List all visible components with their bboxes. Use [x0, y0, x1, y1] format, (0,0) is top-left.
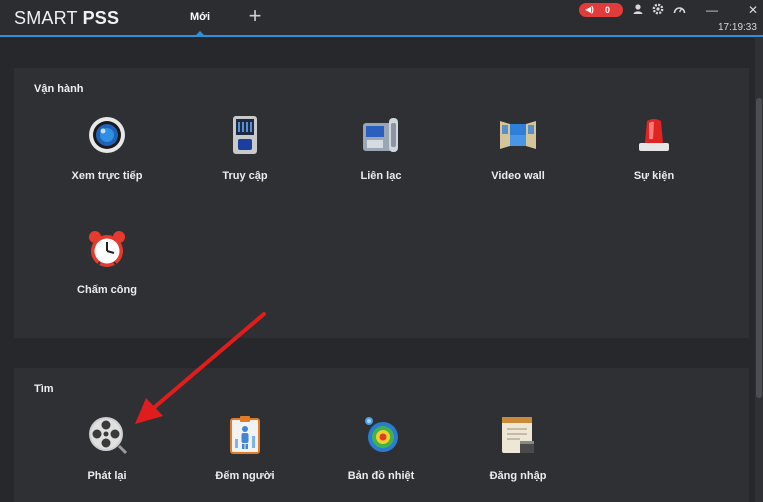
alarm-light-icon: [634, 115, 674, 155]
tile-label: Phát lại: [87, 470, 127, 482]
access-control-icon: [225, 115, 265, 155]
user-icon[interactable]: [631, 3, 645, 17]
tile-label: Đếm người: [215, 470, 275, 482]
search-section-title: Tìm: [34, 383, 54, 395]
tab-new[interactable]: Mới: [180, 0, 220, 35]
intercom-phone-icon: [361, 115, 401, 155]
tile-live-view[interactable]: Xem trực tiếp: [47, 115, 167, 195]
tile-video-wall[interactable]: Video wall: [458, 115, 578, 195]
video-wall-icon: [498, 115, 538, 155]
app-brand: SMART PSS: [14, 8, 120, 28]
tile-label: Đăng nhập: [489, 470, 547, 482]
tile-attendance[interactable]: Chấm công: [47, 229, 167, 309]
tile-label: Video wall: [491, 170, 545, 182]
scrollbar-thumb[interactable]: [756, 98, 762, 398]
camera-lens-icon: [87, 115, 127, 155]
speedometer-icon[interactable]: [672, 3, 686, 17]
alarm-count: 0: [605, 5, 611, 15]
tile-label: Chấm công: [77, 284, 137, 296]
alarm-badge-button[interactable]: ◀) 0: [579, 3, 623, 17]
tile-access[interactable]: Truy cập: [185, 115, 305, 195]
people-count-icon: [225, 415, 265, 455]
add-tab-button[interactable]: +: [245, 5, 265, 27]
tile-label: Bản đồ nhiệt: [347, 470, 415, 482]
film-reel-icon: [87, 415, 128, 455]
scrollbar[interactable]: [755, 38, 763, 502]
log-notebook-icon: [498, 415, 538, 455]
tile-label: Sự kiện: [633, 170, 675, 182]
close-button[interactable]: ✕: [746, 3, 760, 17]
tile-label: Liên lạc: [360, 170, 402, 182]
clock: 17:19:33: [718, 22, 757, 33]
alarm-clock-icon: [87, 229, 127, 269]
title-bar: SMART PSS Mới + ◀) 0 — ✕ 17:19:33: [0, 0, 763, 37]
tile-label: Truy cập: [222, 170, 268, 182]
tile-playback[interactable]: Phát lại: [47, 415, 167, 495]
speaker-icon: ◀): [585, 5, 594, 14]
tab-new-label: Mới: [189, 11, 211, 23]
gear-icon[interactable]: [651, 3, 665, 17]
operate-section-title: Vận hành: [34, 83, 84, 95]
title-accent-line: [0, 35, 763, 37]
tile-heat-map[interactable]: Bản đồ nhiệt: [321, 415, 441, 495]
tile-login-log[interactable]: Đăng nhập: [458, 415, 578, 495]
minimize-button[interactable]: —: [705, 3, 719, 17]
tile-people-count[interactable]: Đếm người: [185, 415, 305, 495]
tile-intercom[interactable]: Liên lạc: [321, 115, 441, 195]
heat-map-icon: [361, 415, 401, 455]
tile-event[interactable]: Sự kiện: [594, 115, 714, 195]
tile-label: Xem trực tiếp: [71, 170, 143, 182]
